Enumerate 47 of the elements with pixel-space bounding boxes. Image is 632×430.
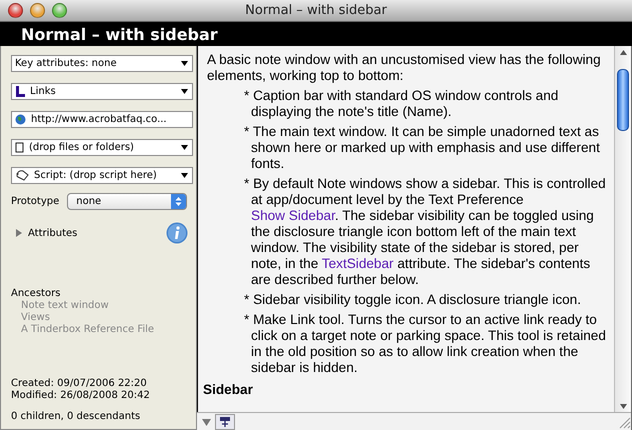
ancestors-label: Ancestors: [11, 288, 62, 300]
text-link[interactable]: TextSidebar: [322, 256, 394, 271]
prototype-select[interactable]: none: [67, 193, 188, 210]
note-title: Normal – with sidebar: [21, 24, 218, 44]
close-button[interactable]: [8, 3, 23, 18]
make-link-button[interactable]: [215, 414, 235, 430]
bullet-item: * Make Link tool. Turns the cursor to an active link ready to click on a target note or parking space. This tool is retained in the old position so as to allow link creation when the sidebar is hidden.: [243, 312, 607, 376]
popup-button[interactable]: Script: (drop script here): [11, 167, 193, 184]
minimize-button[interactable]: [30, 3, 45, 18]
scroll-up-icon[interactable]: [620, 50, 626, 55]
bullet-item: * The main text window. It can be simple unadorned text as shown here or marked up with emphasis and use different fonts.: [243, 124, 601, 172]
bullet-item: * Sidebar visibility toggle icon. A disclosure triangle icon.: [243, 292, 582, 308]
caret-icon: [181, 61, 188, 66]
document-icon: [15, 142, 24, 153]
scroll-icon: [15, 170, 29, 181]
prototype-label: Prototype: [11, 196, 60, 207]
resize-grip-icon[interactable]: [617, 414, 631, 428]
link-tool-icon: [219, 416, 231, 428]
section-heading: Sidebar: [203, 382, 254, 398]
disclosure-triangle-icon: [15, 229, 23, 237]
l-shape-icon: [15, 86, 25, 97]
stepper-icon: [171, 194, 186, 209]
scroll-down-icon[interactable]: [620, 404, 626, 409]
intro-paragraph: A basic note window with an uncustomised view has the following elements, working top to bottom:: [207, 52, 602, 84]
created-date: Created: 09/07/2006 22:20: [11, 378, 148, 390]
attributes-disclosure[interactable]: Attributes: [11, 228, 78, 238]
bullet-item: * Caption bar with standard OS window controls and displaying the note's title (Name).: [243, 88, 560, 120]
popup-button[interactable]: Key attributes: none: [11, 55, 193, 72]
descendant-count: 0 children, 0 descendants: [11, 411, 142, 423]
globe-icon: [15, 114, 26, 125]
popup-button[interactable]: http://www.acrobatfaq.co...: [11, 111, 193, 128]
caret-icon: [181, 89, 188, 94]
ancestor-item: Note text window: [20, 300, 110, 312]
ancestor-item: A Tinderbox Reference File: [20, 324, 156, 336]
popup-button[interactable]: (drop files or folders): [11, 139, 193, 156]
bullet-item: * By default Note windows show a sidebar. This is controlled at app/document level by the Text Preference Show Sidebar. The sidebar visibility can be toggled using the disclosure triangle icon bottom left of the main text window. The visibility state of the sidebar is stored, per note, in the TextSidebar attribute. The sidebar's contents are described further below.: [243, 176, 607, 288]
scroll-thumb[interactable]: [617, 69, 629, 131]
info-icon[interactable]: [166, 222, 188, 244]
window-title: Normal – with sidebar: [245, 3, 387, 18]
caret-icon: [181, 145, 188, 150]
text-link[interactable]: Show Sidebar: [251, 208, 335, 223]
modified-date: Modified: 26/08/2008 20:42: [11, 390, 151, 402]
popup-button[interactable]: Links: [11, 83, 193, 100]
caret-icon: [181, 173, 188, 178]
zoom-button[interactable]: [52, 3, 67, 18]
ancestor-item: Views: [20, 312, 51, 324]
scrollbar[interactable]: [614, 46, 631, 412]
